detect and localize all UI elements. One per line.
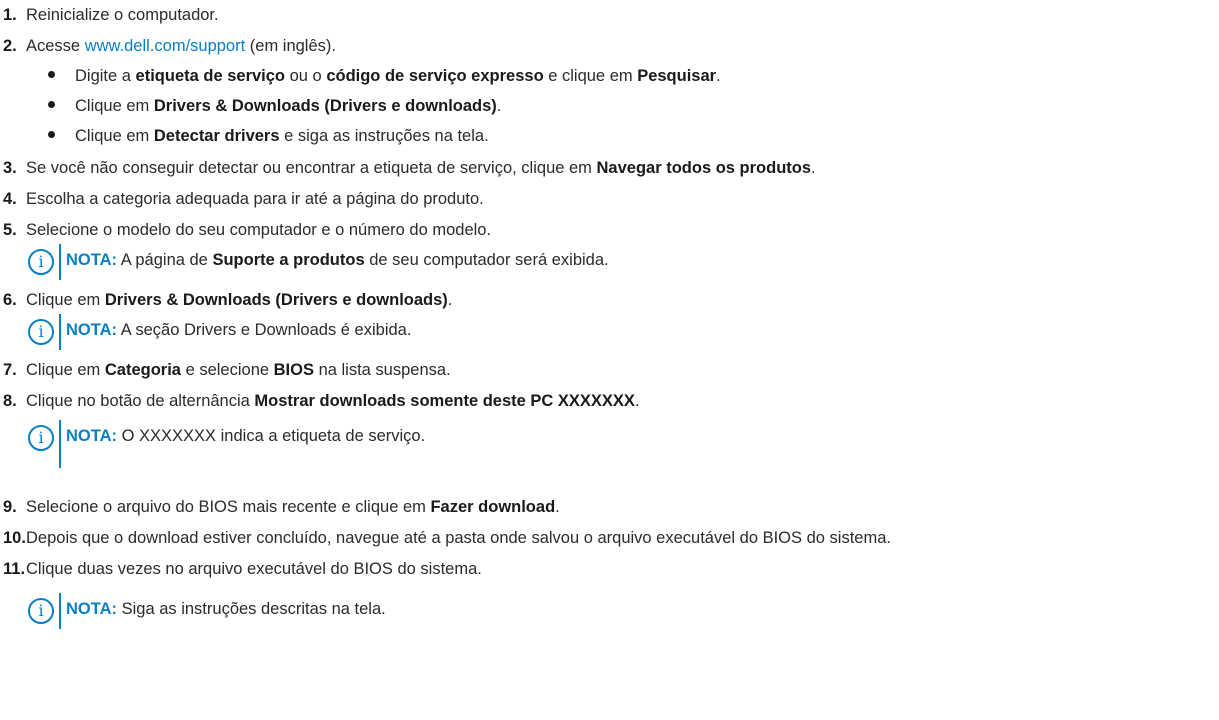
note-divider [59,314,61,350]
bullet-icon [48,101,55,109]
step-number: 10. [3,529,26,547]
step-2: 2. Acesse www.dell.com/support (em inglês… [0,33,336,59]
step-text: Clique em Categoria e selecione BIOS na … [26,361,451,379]
info-icon: i [28,425,54,451]
step-3: 3. Se você não conseguir detectar ou enco… [0,155,816,181]
note-divider [59,244,61,280]
step-number: 6. [3,291,17,309]
step-number: 9. [3,498,17,516]
info-icon: i [28,598,54,624]
step-6: 6. Clique em Drivers & Downloads (Drivers… [0,287,452,313]
info-icon: i [28,319,54,345]
document-body: 1. Reinicialize o computador. 2. Acesse ww… [0,0,1219,720]
info-icon: i [28,249,54,275]
step-text: Escolha a categoria adequada para ir até… [26,190,484,208]
step-1: 1. Reinicialize o computador. [0,2,219,28]
step-text: Reinicialize o computador. [26,6,219,24]
step-number: 8. [3,392,17,410]
note-divider [59,593,61,629]
step-text: Acesse www.dell.com/support (em inglês). [26,37,336,55]
bullet-icon [48,71,55,79]
step-text: Se você não conseguir detectar ou encont… [26,159,816,177]
step-number: 2. [3,37,17,55]
note-text: NOTA: A seção Drivers e Downloads é exib… [66,321,412,339]
bullet-item-detect: Clique em Detectar drivers e siga as ins… [48,123,489,149]
step-number: 7. [3,361,17,379]
bullet-item-drivers: Clique em Drivers & Downloads (Drivers e… [48,93,501,119]
step-10: 10.Depois que o download estiver concluí… [0,525,891,551]
step-number: 3. [3,159,17,177]
step-text: Clique duas vezes no arquivo executável … [26,560,482,578]
note-text: NOTA: O XXXXXXX indica a etiqueta de ser… [66,427,426,445]
step-4: 4. Escolha a categoria adequada para ir a… [0,186,484,212]
step-text: Depois que o download estiver concluído,… [26,529,891,547]
note-divider [59,420,61,468]
step-9: 9. Selecione o arquivo do BIOS mais recen… [0,494,560,520]
step-5: 5. Selecione o modelo do seu computador e… [0,217,491,243]
note-text: NOTA: A página de Suporte a produtos de … [66,251,609,269]
step-text: Selecione o arquivo do BIOS mais recente… [26,498,560,516]
bullet-icon [48,131,55,139]
support-link[interactable]: www.dell.com/support [85,37,245,55]
step-number: 1. [3,6,17,24]
step-8: 8. Clique no botão de alternância Mostrar… [0,388,640,414]
step-number: 11. [3,560,26,578]
step-11: 11.Clique duas vezes no arquivo executáv… [0,556,482,582]
step-number: 5. [3,221,17,239]
bullet-item-search: Digite a etiqueta de serviço ou o código… [48,63,721,89]
note-text: NOTA: Siga as instruções descritas na te… [66,600,386,618]
step-number: 4. [3,190,17,208]
step-text: Clique no botão de alternância Mostrar d… [26,392,640,410]
step-text: Clique em Drivers & Downloads (Drivers e… [26,291,453,309]
step-7: 7. Clique em Categoria e selecione BIOS n… [0,357,451,383]
step-text: Selecione o modelo do seu computador e o… [26,221,492,239]
